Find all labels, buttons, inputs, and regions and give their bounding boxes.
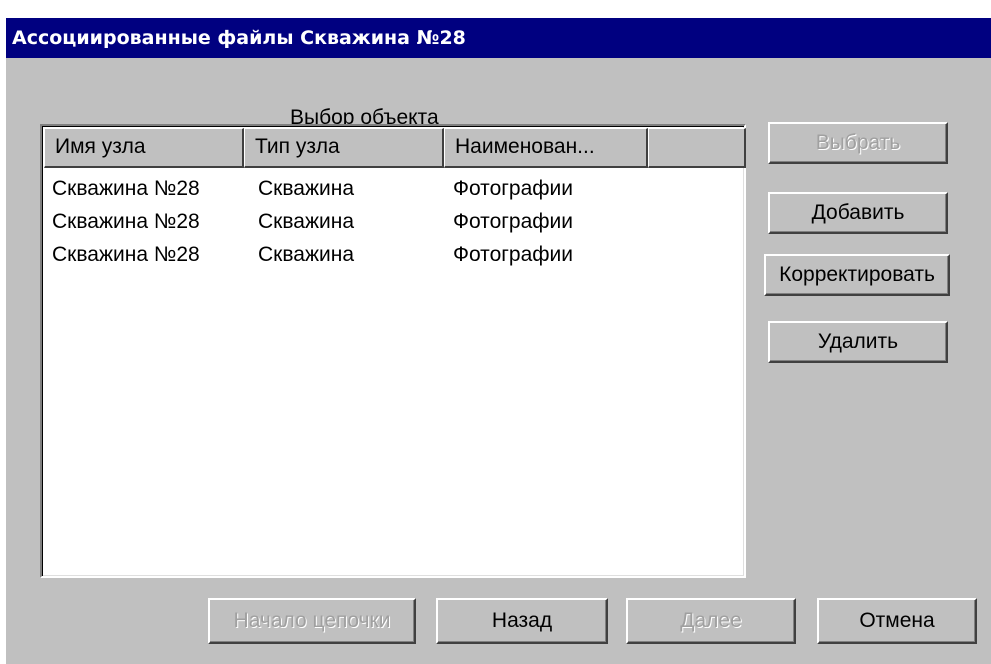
add-button[interactable]: Добавить: [768, 192, 948, 234]
cell-name: Фотографии: [453, 210, 574, 233]
chain-start-button[interactable]: Начало цепочки: [208, 598, 416, 644]
column-header-node-type[interactable]: Тип узла: [244, 128, 444, 168]
delete-button[interactable]: Удалить: [768, 321, 948, 363]
cell-node-name: Скважина №28: [52, 243, 200, 266]
object-list[interactable]: Имя узла Тип узла Наименован... Скважина…: [40, 124, 746, 578]
list-row[interactable]: Скважина №28 Скважина Фотографии: [42, 205, 742, 238]
back-button[interactable]: Назад: [436, 598, 608, 644]
cell-node-type: Скважина: [258, 210, 355, 233]
list-row[interactable]: Скважина №28 Скважина Фотографии: [42, 238, 742, 271]
column-header-name[interactable]: Наименован...: [444, 128, 648, 168]
list-header: Имя узла Тип узла Наименован...: [44, 128, 746, 168]
title-bar[interactable]: Ассоциированные файлы Скважина №28: [6, 18, 991, 58]
cell-name: Фотографии: [453, 177, 574, 200]
column-header-extra[interactable]: [648, 128, 746, 168]
select-button[interactable]: Выбрать: [768, 122, 948, 164]
cell-node-name: Скважина №28: [52, 210, 200, 233]
cancel-button[interactable]: Отмена: [817, 598, 977, 644]
cell-node-type: Скважина: [258, 243, 355, 266]
cell-node-type: Скважина: [258, 177, 355, 200]
edit-button[interactable]: Корректировать: [764, 254, 950, 296]
cell-node-name: Скважина №28: [52, 177, 200, 200]
dialog-window: Ассоциированные файлы Скважина №28 Выбор…: [6, 18, 991, 664]
column-header-node-name[interactable]: Имя узла: [44, 128, 244, 168]
list-row[interactable]: Скважина №28 Скважина Фотографии: [42, 172, 742, 205]
next-button[interactable]: Далее: [626, 598, 796, 644]
cell-name: Фотографии: [453, 243, 574, 266]
